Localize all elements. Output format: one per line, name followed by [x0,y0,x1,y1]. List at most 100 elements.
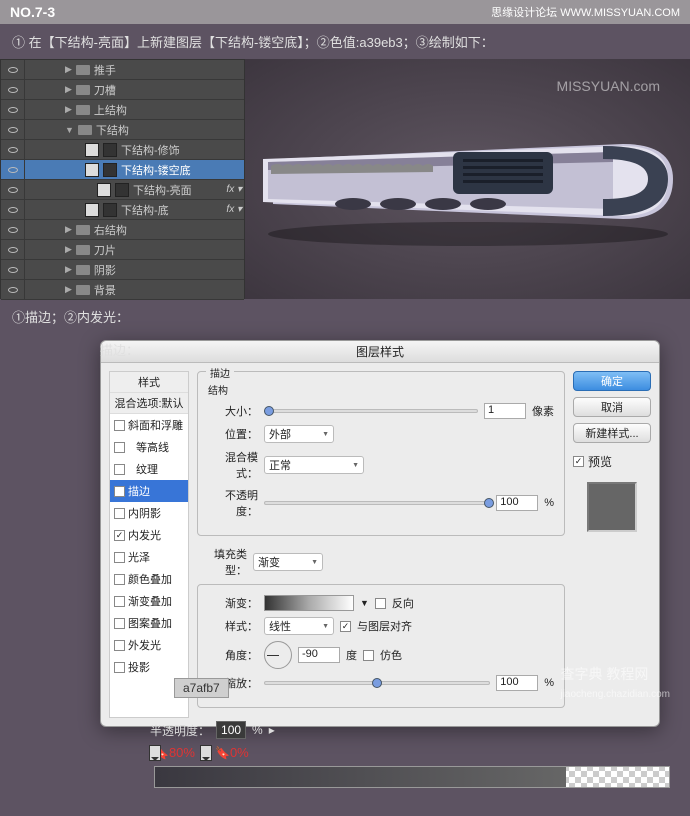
style-label: 颜色叠加 [128,571,172,587]
layer-row[interactable]: ▶ 上结构 [1,100,244,120]
visibility-toggle[interactable] [1,60,25,79]
layer-row[interactable]: 下结构-亮面 fx ▾ [1,180,244,200]
style-label: 内发光 [128,527,161,543]
style-item[interactable]: ✓内发光 [110,524,188,546]
layer-label: 下结构-底 [121,202,169,218]
style-checkbox[interactable] [114,618,125,629]
chevron-right-icon[interactable]: ▶ [65,224,72,235]
visibility-toggle[interactable] [1,280,25,299]
gradient-preview[interactable] [264,595,354,611]
size-input[interactable]: 1 [484,403,526,419]
chevron-right-icon[interactable]: ▶ [65,264,72,275]
gradient-label: 渐变： [208,595,258,611]
visibility-toggle[interactable] [1,240,25,259]
layer-row[interactable]: ▼ 下结构 [1,120,244,140]
layer-label: 推手 [94,62,116,78]
visibility-toggle[interactable] [1,160,25,179]
eye-icon [8,127,18,133]
visibility-toggle[interactable] [1,140,25,159]
style-checkbox[interactable] [114,508,125,519]
layers-panel: ▶ 推手 ▶ 刀槽 ▶ 上结构 ▼ 下结构 [0,59,245,299]
style-item[interactable]: 斜面和浮雕 [110,414,188,436]
opacity-input[interactable]: 100 [496,495,538,511]
new-style-button[interactable]: 新建样式... [573,423,651,443]
layer-row[interactable]: ▶ 刀槽 [1,80,244,100]
layer-label: 刀片 [94,242,116,258]
layer-row[interactable]: ▶ 背景 [1,280,244,300]
style-checkbox[interactable] [114,552,125,563]
style-item[interactable]: 等高线 [110,436,188,458]
style-checkbox[interactable] [114,596,125,607]
layer-row[interactable]: 下结构-底 fx ▾ [1,200,244,220]
style-item[interactable]: 光泽 [110,546,188,568]
style-checkbox[interactable] [114,640,125,651]
style-checkbox[interactable] [114,420,125,431]
style-item[interactable]: 渐变叠加 [110,590,188,612]
reverse-label: 反向 [392,595,414,611]
layer-row[interactable]: ▶ 阴影 [1,260,244,280]
chevron-right-icon[interactable]: ▶ [65,284,72,295]
visibility-toggle[interactable] [1,220,25,239]
chevron-right-icon[interactable]: ▶ [65,104,72,115]
layer-row[interactable]: 下结构-镂空底 [1,160,244,180]
fx-badge[interactable]: fx ▾ [226,204,242,215]
visibility-toggle[interactable] [1,100,25,119]
structure-group: 描边 结构 大小： 1 像素 位置： 外部 混合模式： 正常 [197,371,565,536]
style-checkbox[interactable] [114,662,125,673]
style-checkbox[interactable] [114,464,125,475]
opacity-slider[interactable] [264,501,490,505]
layer-row[interactable]: ▶ 推手 [1,60,244,80]
style-checkbox[interactable]: ✓ [114,486,125,497]
mask-thumb [115,183,129,197]
blend-header[interactable]: 混合选项:默认 [110,393,188,414]
angle-input[interactable]: -90 [298,647,340,663]
dither-check[interactable] [363,650,374,661]
style-select[interactable]: 线性 [264,617,334,635]
reverse-check[interactable] [375,598,386,609]
layer-row[interactable]: ▶ 右结构 [1,220,244,240]
filltype-select[interactable]: 渐变 [253,553,323,571]
style-checkbox[interactable] [114,442,125,453]
layer-row[interactable]: 下结构-修饰 [1,140,244,160]
ok-button[interactable]: 确定 [573,371,651,391]
visibility-toggle[interactable] [1,180,25,199]
position-select[interactable]: 外部 [264,425,334,443]
scale-input[interactable]: 100 [496,675,538,691]
layer-row[interactable]: ▶ 刀片 [1,240,244,260]
layer-label: 上结构 [94,102,127,118]
style-item[interactable]: 纹理 [110,458,188,480]
style-label: 等高线 [128,439,169,455]
visibility-toggle[interactable] [1,80,25,99]
style-item[interactable]: 颜色叠加 [110,568,188,590]
preview-check[interactable]: ✓ [573,456,584,467]
style-item[interactable]: ✓描边 [110,480,188,502]
chevron-right-icon[interactable]: ▶ [65,84,72,95]
chevron-right-icon[interactable]: ▶ [65,244,72,255]
align-label: 与图层对齐 [357,618,412,634]
layer-label: 下结构-镂空底 [121,162,191,178]
gradient-stop-2[interactable] [200,745,212,761]
angle-wheel[interactable] [264,641,292,669]
style-checkbox[interactable] [114,574,125,585]
style-item[interactable]: 图案叠加 [110,612,188,634]
style-item[interactable]: 外发光 [110,634,188,656]
align-check[interactable]: ✓ [340,621,351,632]
visibility-toggle[interactable] [1,260,25,279]
style-checkbox[interactable]: ✓ [114,530,125,541]
visibility-toggle[interactable] [1,120,25,139]
scale-slider[interactable] [264,681,490,685]
gradient-stop-1[interactable] [149,745,161,761]
fx-badge[interactable]: fx ▾ [226,184,242,195]
visibility-toggle[interactable] [1,200,25,219]
instruction-text-1: ① 在【下结构-亮面】上新建图层【下结构-镂空底】；②色值:a39eb3；③绘制… [0,24,690,59]
dither-label: 仿色 [380,647,402,663]
gradient-track[interactable] [154,766,670,788]
chevron-right-icon[interactable]: ▶ [65,64,72,75]
size-label: 大小： [208,403,258,419]
style-item[interactable]: 内阴影 [110,502,188,524]
size-slider[interactable] [264,409,478,413]
cancel-button[interactable]: 取消 [573,397,651,417]
blend-select[interactable]: 正常 [264,456,364,474]
style-item[interactable]: 投影 [110,656,188,678]
chevron-down-icon[interactable]: ▼ [65,125,74,135]
